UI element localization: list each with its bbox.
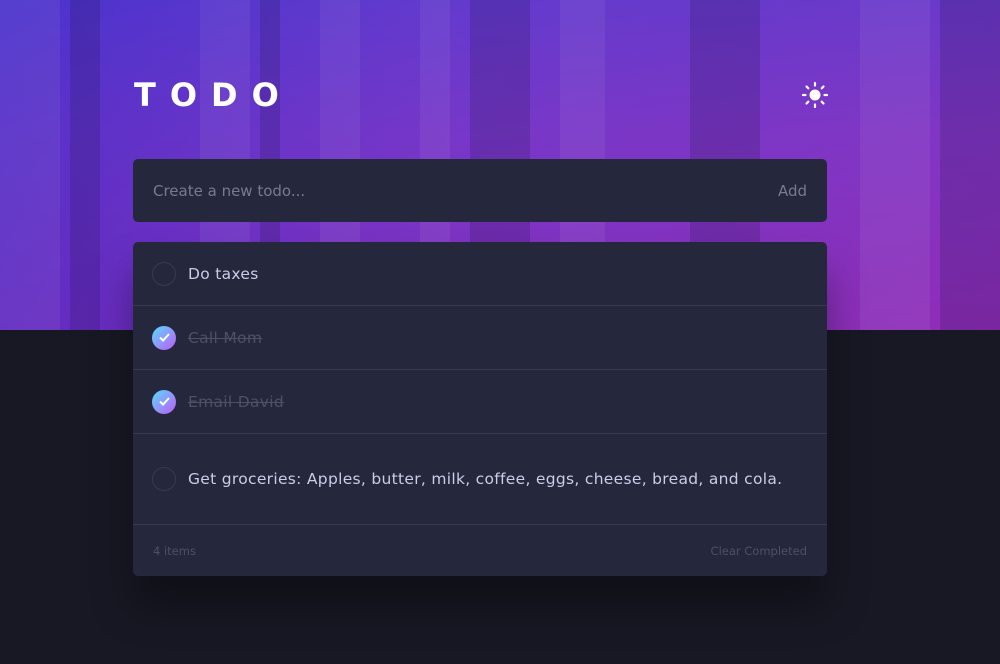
- todo-item[interactable]: Do taxes: [133, 242, 827, 306]
- todo-checkbox-checked[interactable]: [152, 325, 176, 350]
- list-footer: 4 items Clear Completed: [133, 525, 827, 576]
- todo-checkbox[interactable]: [152, 261, 176, 286]
- todo-item[interactable]: Email David: [133, 370, 827, 434]
- todo-checkbox[interactable]: [152, 467, 176, 491]
- todo-text: Call Mom: [188, 328, 263, 347]
- new-todo-bar: Add: [133, 159, 827, 222]
- items-count: 4 items: [153, 543, 196, 558]
- todo-text: Email David: [188, 392, 284, 411]
- todo-list: Do taxes Call Mom Email David Get grocer…: [133, 242, 827, 576]
- todo-checkbox-checked[interactable]: [152, 389, 176, 414]
- todo-text: Get groceries: Apples, butter, milk, cof…: [188, 470, 783, 488]
- check-icon: [158, 333, 170, 342]
- theme-toggle-button[interactable]: [800, 80, 830, 110]
- bg-column: [860, 0, 930, 330]
- bg-column: [0, 0, 60, 330]
- sun-icon: [801, 81, 829, 109]
- todo-item[interactable]: Call Mom: [133, 306, 827, 370]
- bg-column: [940, 0, 1000, 330]
- todo-item[interactable]: Get groceries: Apples, butter, milk, cof…: [133, 434, 827, 525]
- bg-column: [70, 0, 100, 330]
- app-title: TODO: [134, 76, 293, 114]
- add-button[interactable]: Add: [778, 182, 807, 200]
- new-todo-input[interactable]: [153, 181, 778, 200]
- todo-text: Do taxes: [188, 264, 259, 283]
- clear-completed-button[interactable]: Clear Completed: [711, 544, 807, 558]
- check-icon: [158, 397, 170, 406]
